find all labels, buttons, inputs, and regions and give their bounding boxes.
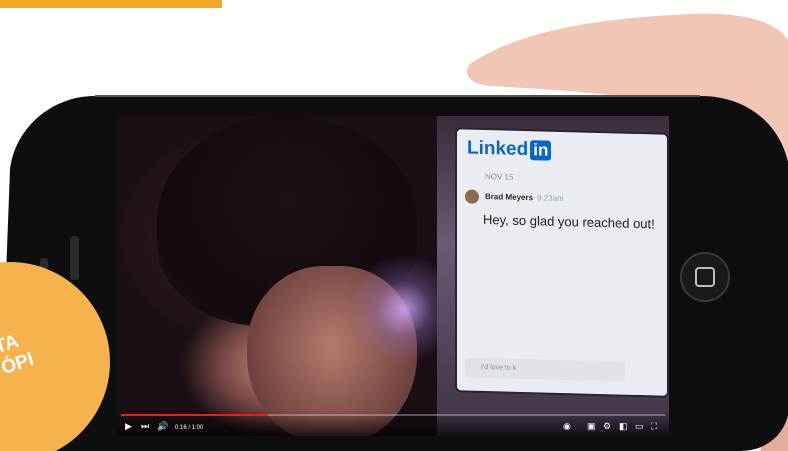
settings-icon[interactable]: ⚙	[603, 421, 611, 432]
progress-bar[interactable]	[121, 414, 665, 416]
sender-name: Brad Meyers 9:23am	[485, 191, 564, 204]
player-controls: ▶ ⏭ 🔊 0:16 / 1:00 ◉ ▣ ⚙ ◧ ▭ ⛶	[117, 412, 669, 436]
linkedin-logo: Linked in	[467, 138, 552, 162]
autoplay-icon[interactable]: ◉	[563, 421, 571, 432]
home-square-icon	[695, 267, 715, 287]
video-frame-laptop: Linked in NOV 15 Brad Meyers 9:23am Hey, s…	[437, 116, 669, 436]
chat-message: Hey, so glad you reached out!	[483, 211, 655, 232]
play-icon[interactable]: ▶	[125, 421, 132, 432]
video-time: 0:16 / 1:00	[175, 425, 204, 431]
subtitles-icon[interactable]: ▣	[587, 421, 596, 432]
message-date: NOV 15	[485, 171, 514, 182]
next-icon[interactable]: ⏭	[141, 421, 149, 432]
progress-fill	[121, 414, 268, 416]
badge-text: TA ÓPI	[0, 330, 37, 380]
home-button[interactable]	[680, 252, 730, 302]
theater-icon[interactable]: ▭	[635, 421, 644, 432]
sender-time: 9:23am	[537, 193, 564, 204]
volume-icon[interactable]: 🔊	[157, 421, 168, 432]
avatar	[465, 189, 479, 204]
video-player[interactable]: Linked in NOV 15 Brad Meyers 9:23am Hey, s…	[117, 116, 669, 436]
video-frame-woman	[117, 116, 459, 436]
scene: Linked in NOV 15 Brad Meyers 9:23am Hey, s…	[0, 0, 788, 451]
laptop-screen: Linked in NOV 15 Brad Meyers 9:23am Hey, s…	[455, 127, 669, 398]
message-input: I'd love to k	[465, 357, 625, 382]
miniplayer-icon[interactable]: ◧	[619, 421, 628, 432]
fullscreen-icon[interactable]: ⛶	[651, 421, 657, 432]
